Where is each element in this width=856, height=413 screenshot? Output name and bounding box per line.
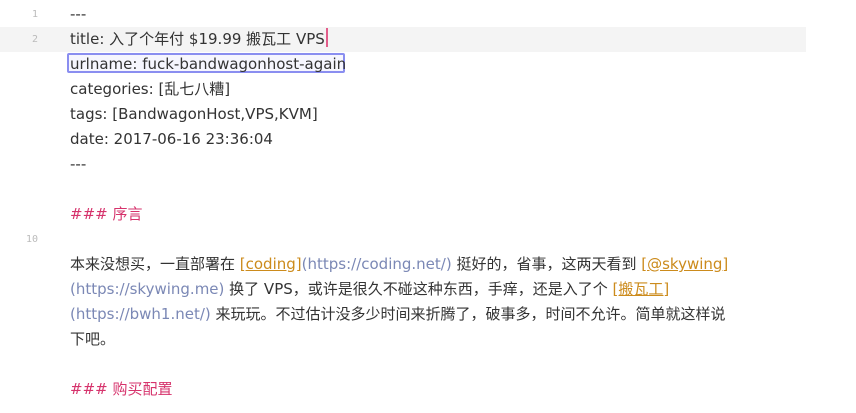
line-number: 1 [31,9,38,20]
line-number: 10 [25,234,38,245]
heading-buy-config: ### 购买配置 [70,380,173,398]
editor-line[interactable]: ### 序言 [0,202,806,227]
editor-line[interactable]: --- [0,152,806,177]
frontmatter-tags: tags: [BandwagonHost,VPS,KVM] [70,105,318,123]
editor-line[interactable]: date: 2017-06-16 23:36:04 [0,127,806,152]
paragraph-line[interactable]: (https://skywing.me) 换了 VPS，或许是很久不碰这种东西，… [0,277,806,302]
editor-line[interactable]: 10 [0,227,806,252]
frontmatter-separator: --- [70,5,87,23]
paragraph-text: 本来没想买，一直部署在 [70,255,240,273]
paragraph-segment: (https://skywing.me) 换了 VPS，或许是很久不碰这种东西，… [70,277,669,302]
paragraph-text: 来玩玩。不过估计没多少时间来折腾了，破事多，时间不允许。简单就这样说 [210,305,726,323]
line-number: 2 [31,34,38,45]
markdown-editor[interactable]: 1 --- 2 title: 入了个年付 $19.99 搬瓦工 VPS urln… [0,0,856,413]
editor-line[interactable]: urlname: fuck-bandwagonhost-again [0,52,806,77]
bwh-link-url: (https://bwh1.net/) [70,305,211,323]
paragraph-text: 下吧。 [70,330,116,348]
heading-intro: ### 序言 [70,205,143,223]
editor-line[interactable]: tags: [BandwagonHost,VPS,KVM] [0,102,806,127]
coding-link[interactable]: [coding] [240,255,302,273]
text-cursor [325,28,328,47]
paragraph-segment: 本来没想买，一直部署在 [coding](https://coding.net/… [70,252,728,277]
frontmatter-categories: categories: [乱七八糟] [70,80,231,98]
editor-line[interactable]: 1 --- [0,2,806,27]
skywing-link-url: (https://skywing.me) [70,280,225,298]
skywing-link[interactable]: [@skywing] [641,255,728,273]
editor-line[interactable]: ### 购买配置 [0,377,806,402]
editor-line[interactable]: categories: [乱七八糟] [0,77,806,102]
coding-link-url: (https://coding.net/) [301,255,452,273]
editor-line-active[interactable]: 2 title: 入了个年付 $19.99 搬瓦工 VPS [0,27,806,52]
frontmatter-date: date: 2017-06-16 23:36:04 [70,130,273,148]
paragraph-line[interactable]: (https://bwh1.net/) 来玩玩。不过估计没多少时间来折腾了，破事… [0,302,806,327]
paragraph-line[interactable]: 下吧。 [0,327,806,352]
bwh-link[interactable]: [搬瓦工] [613,280,670,298]
frontmatter-title-text: title: 入了个年付 $19.99 搬瓦工 VPS [70,30,325,48]
frontmatter-separator: --- [70,155,87,173]
paragraph-line[interactable]: 本来没想买，一直部署在 [coding](https://coding.net/… [0,252,806,277]
paragraph-segment: (https://bwh1.net/) 来玩玩。不过估计没多少时间来折腾了，破事… [70,302,726,327]
paragraph-text: 换了 VPS，或许是很久不碰这种东西，手痒，还是入了个 [224,280,613,298]
paragraph-text: 挺好的，省事，这两天看到 [451,255,642,273]
frontmatter-urlname: urlname: fuck-bandwagonhost-again [70,55,347,73]
frontmatter-title: title: 入了个年付 $19.99 搬瓦工 VPS [70,27,328,52]
